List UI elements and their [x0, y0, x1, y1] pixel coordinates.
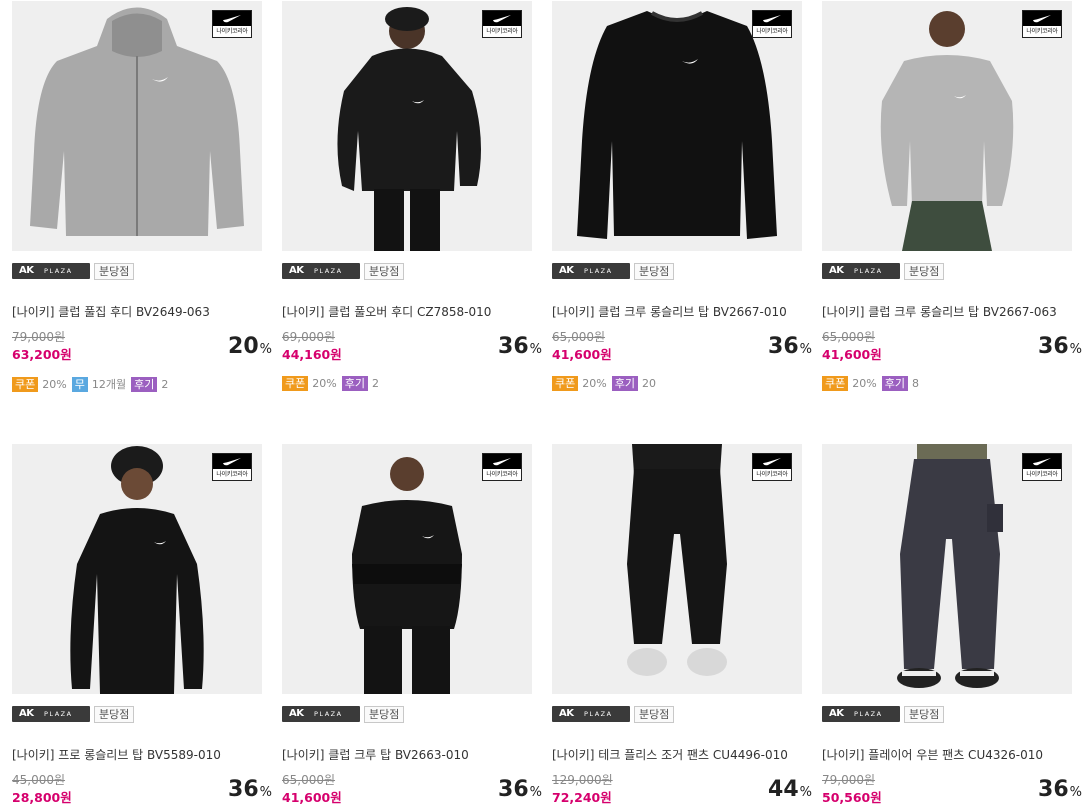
discount-rate: 36%	[768, 334, 812, 359]
product-image[interactable]: 나이키코리아	[552, 1, 802, 251]
discount-rate: 36%	[228, 777, 272, 802]
product-image[interactable]: 나이키코리아	[282, 444, 532, 694]
branch-label: 분당점	[634, 706, 675, 723]
sale-price: 41,600원	[552, 347, 612, 362]
product-image[interactable]: 나이키코리아	[552, 444, 802, 694]
ak-plaza-logo: AK PLAZA	[282, 263, 360, 279]
sale-price: 63,200원	[12, 347, 72, 362]
discount-rate: 36%	[498, 334, 542, 359]
product-card[interactable]: 나이키코리아 AK PLAZA 분당점 [나이키] 플레이어 우븐 팬츠 CU43…	[822, 444, 1082, 805]
original-price: 129,000원	[552, 773, 613, 787]
nike-korea-badge: 나이키코리아	[752, 453, 792, 481]
benefit-tags: 쿠폰 20% 후기 2	[282, 376, 384, 392]
review-tag: 후기	[341, 376, 368, 391]
discount-rate: 36%	[498, 777, 542, 802]
product-card[interactable]: 나이키코리아 AK PLAZA 분당점 [나이키] 클럽 크루 탑 BV2663-…	[282, 444, 542, 805]
ak-plaza-logo: AK PLAZA	[552, 263, 630, 279]
nike-korea-badge: 나이키코리아	[752, 10, 792, 38]
nike-korea-badge: 나이키코리아	[482, 453, 522, 481]
product-image[interactable]: 나이키코리아	[822, 1, 1072, 251]
original-price: 79,000원	[822, 773, 876, 787]
original-price: 65,000원	[552, 330, 606, 344]
product-name[interactable]: [나이키] 프로 롱슬리브 탑 BV5589-010	[12, 746, 262, 763]
product-name[interactable]: [나이키] 플레이어 우븐 팬츠 CU4326-010	[822, 746, 1072, 763]
nike-korea-badge: 나이키코리아	[212, 453, 252, 481]
benefit-tags: 쿠폰 20% 후기 20	[552, 376, 661, 392]
nike-korea-badge: 나이키코리아	[1022, 453, 1062, 481]
sale-price: 44,160원	[282, 347, 342, 362]
ak-plaza-logo: AK PLAZA	[552, 706, 630, 722]
coupon-tag: 쿠폰	[282, 376, 309, 391]
product-image[interactable]: 나이키코리아	[12, 444, 262, 694]
original-price: 65,000원	[282, 773, 336, 787]
original-price: 65,000원	[822, 330, 876, 344]
product-name[interactable]: [나이키] 클럽 풀오버 후디 CZ7858-010	[282, 303, 532, 320]
branch-label: 분당점	[364, 263, 405, 280]
original-price: 45,000원	[12, 773, 66, 787]
product-card[interactable]: 나이키코리아 AK PLAZA 분당점 [나이키] 클럽 크루 롱슬리브 탑 BV…	[552, 1, 812, 391]
product-card[interactable]: 나이키코리아 AK PLAZA 분당점 [나이키] 클럽 풀집 후디 BV2649…	[12, 1, 272, 392]
product-image[interactable]: 나이키코리아	[12, 1, 262, 251]
branch-label: 분당점	[904, 706, 945, 723]
sale-price: 28,800원	[12, 790, 72, 805]
discount-rate: 44%	[768, 777, 812, 802]
ak-plaza-logo: AK PLAZA	[12, 263, 90, 279]
original-price: 79,000원	[12, 330, 66, 344]
review-tag: 후기	[881, 376, 908, 391]
product-card[interactable]: 나이키코리아 AK PLAZA 분당점 [나이키] 클럽 크루 롱슬리브 탑 BV…	[822, 1, 1082, 391]
coupon-tag: 쿠폰	[552, 376, 579, 391]
product-name[interactable]: [나이키] 테크 플리스 조거 팬츠 CU4496-010	[552, 746, 802, 763]
sale-price: 41,600원	[282, 790, 342, 805]
review-tag: 후기	[611, 376, 638, 391]
review-tag: 후기	[131, 376, 158, 392]
product-image[interactable]: 나이키코리아	[822, 444, 1072, 694]
benefit-tags: 쿠폰 20% 무 12개월 후기 2	[12, 376, 173, 392]
branch-label: 분당점	[364, 706, 405, 723]
sale-price: 50,560원	[822, 790, 882, 805]
branch-label: 분당점	[904, 263, 945, 280]
benefit-tags: 쿠폰 20% 후기 8	[822, 376, 924, 392]
product-name[interactable]: [나이키] 클럽 크루 롱슬리브 탑 BV2667-010	[552, 303, 802, 320]
sale-price: 72,240원	[552, 790, 612, 805]
coupon-tag: 쿠폰	[822, 376, 849, 391]
branch-label: 분당점	[94, 263, 135, 280]
branch-label: 분당점	[94, 706, 135, 723]
product-card[interactable]: 나이키코리아 AK PLAZA 분당점 [나이키] 테크 플리스 조거 팬츠 CU…	[552, 444, 812, 805]
sale-price: 41,600원	[822, 347, 882, 362]
discount-rate: 20%	[228, 334, 272, 359]
product-card[interactable]: 나이키코리아 AK PLAZA 분당점 [나이키] 클럽 풀오버 후디 CZ785…	[282, 1, 542, 391]
free-installment-tag: 무	[71, 376, 88, 392]
coupon-tag: 쿠폰	[12, 376, 39, 392]
product-name[interactable]: [나이키] 클럽 크루 탑 BV2663-010	[282, 746, 532, 763]
ak-plaza-logo: AK PLAZA	[282, 706, 360, 722]
product-grid: 나이키코리아 AK PLAZA 분당점 [나이키] 클럽 풀집 후디 BV2649…	[0, 0, 1087, 806]
original-price: 69,000원	[282, 330, 336, 344]
product-name[interactable]: [나이키] 클럽 크루 롱슬리브 탑 BV2667-063	[822, 303, 1072, 320]
ak-plaza-logo: AK PLAZA	[822, 263, 900, 279]
product-card[interactable]: 나이키코리아 AK PLAZA 분당점 [나이키] 프로 롱슬리브 탑 BV558…	[12, 444, 272, 805]
discount-rate: 36%	[1038, 334, 1082, 359]
nike-korea-badge: 나이키코리아	[1022, 10, 1062, 38]
ak-plaza-logo: AK PLAZA	[822, 706, 900, 722]
product-image[interactable]: 나이키코리아	[282, 1, 532, 251]
nike-korea-badge: 나이키코리아	[212, 10, 252, 38]
nike-korea-badge: 나이키코리아	[482, 10, 522, 38]
product-name[interactable]: [나이키] 클럽 풀집 후디 BV2649-063	[12, 303, 262, 320]
ak-plaza-logo: AK PLAZA	[12, 706, 90, 722]
discount-rate: 36%	[1038, 777, 1082, 802]
branch-label: 분당점	[634, 263, 675, 280]
